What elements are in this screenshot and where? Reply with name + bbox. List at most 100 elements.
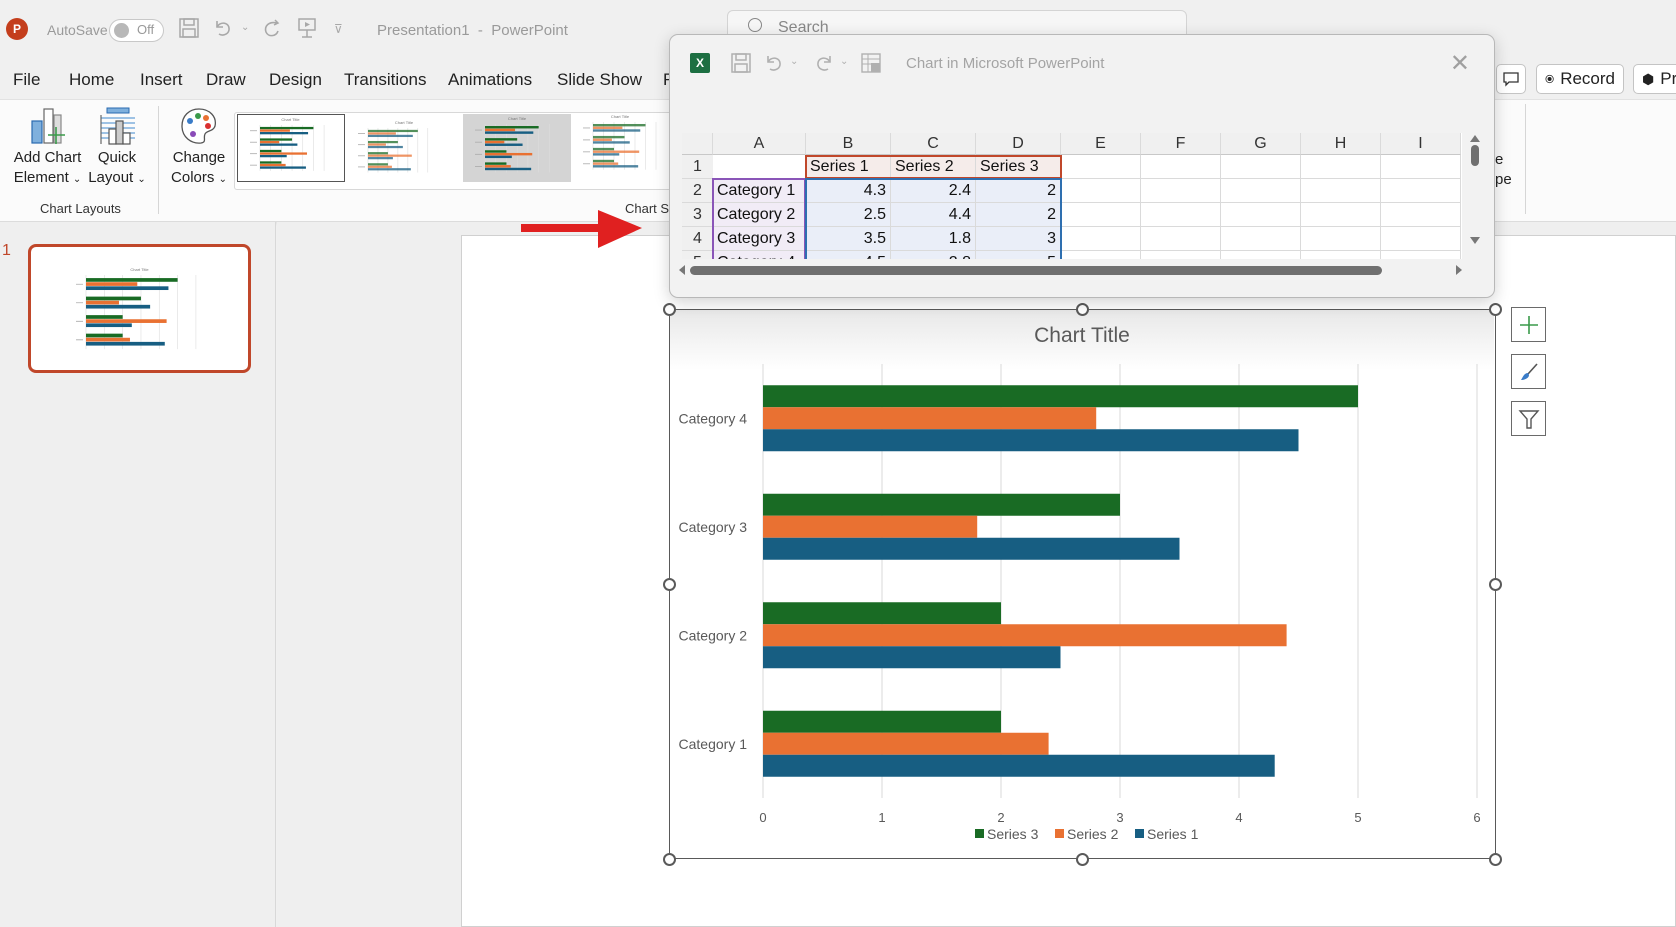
spreadsheet-cell[interactable]: 5 xyxy=(976,251,1061,259)
redo-icon[interactable] xyxy=(813,52,835,79)
autosave-toggle[interactable]: Off xyxy=(109,19,164,42)
row-header[interactable]: 4 xyxy=(682,227,713,251)
column-header[interactable]: D xyxy=(976,133,1061,155)
column-header[interactable]: A xyxy=(713,133,806,155)
resize-handle-bottom-left[interactable] xyxy=(663,853,676,866)
close-icon[interactable]: ✕ xyxy=(1450,49,1470,78)
spreadsheet-cell[interactable] xyxy=(1061,203,1141,227)
resize-handle-bottom[interactable] xyxy=(1076,853,1089,866)
spreadsheet-cell[interactable]: Series 3 xyxy=(976,155,1061,179)
spreadsheet-cell[interactable]: Category 1 xyxy=(713,179,806,203)
spreadsheet-cell[interactable] xyxy=(1221,155,1301,179)
spreadsheet-cell[interactable] xyxy=(1221,251,1301,259)
tab-home[interactable]: Home xyxy=(69,70,114,90)
spreadsheet-cell[interactable]: Series 2 xyxy=(891,155,976,179)
row-header[interactable]: 1 xyxy=(682,155,713,179)
spreadsheet-cell[interactable] xyxy=(1061,251,1141,259)
redo-dropdown-icon[interactable]: ⌄ xyxy=(840,56,848,67)
spreadsheet-cell[interactable]: Category 4 xyxy=(713,251,806,259)
column-header[interactable]: F xyxy=(1141,133,1221,155)
select-all-corner[interactable] xyxy=(682,133,713,155)
column-header[interactable]: C xyxy=(891,133,976,155)
row-header[interactable]: 2 xyxy=(682,179,713,203)
resize-handle-top[interactable] xyxy=(1076,303,1089,316)
spreadsheet-cell[interactable] xyxy=(1061,179,1141,203)
chart-style-3[interactable]: Chart Title xyxy=(463,114,571,182)
spreadsheet-cell[interactable] xyxy=(1301,155,1381,179)
spreadsheet-cell[interactable]: Category 2 xyxy=(713,203,806,227)
resize-handle-left[interactable] xyxy=(663,578,676,591)
redo-icon[interactable] xyxy=(261,17,283,45)
spreadsheet-cell[interactable]: 3.5 xyxy=(806,227,891,251)
column-header[interactable]: B xyxy=(806,133,891,155)
chart-style-4[interactable]: Chart Title xyxy=(575,114,665,182)
column-header[interactable]: H xyxy=(1301,133,1381,155)
spreadsheet-cell[interactable] xyxy=(1141,179,1221,203)
spreadsheet-cell[interactable] xyxy=(1381,155,1461,179)
spreadsheet-cell[interactable] xyxy=(1061,227,1141,251)
save-icon[interactable] xyxy=(730,52,752,79)
tab-file[interactable]: File xyxy=(13,70,40,90)
undo-icon[interactable] xyxy=(763,52,785,79)
spreadsheet-cell[interactable] xyxy=(1381,227,1461,251)
spreadsheet-cell[interactable] xyxy=(1221,227,1301,251)
spreadsheet-cell[interactable]: 2 xyxy=(976,179,1061,203)
spreadsheet-cell[interactable] xyxy=(713,155,806,179)
undo-dropdown-icon[interactable]: ⌄ xyxy=(790,56,798,67)
save-icon[interactable] xyxy=(178,17,200,45)
chart-elements-button[interactable] xyxy=(1511,307,1546,342)
tab-insert[interactable]: Insert xyxy=(140,70,183,90)
spreadsheet-cell[interactable]: 3 xyxy=(976,227,1061,251)
spreadsheet-cell[interactable] xyxy=(1381,203,1461,227)
resize-handle-top-left[interactable] xyxy=(663,303,676,316)
spreadsheet-cell[interactable] xyxy=(1381,251,1461,259)
spreadsheet-cell[interactable] xyxy=(1301,251,1381,259)
spreadsheet-cell[interactable]: 2.4 xyxy=(891,179,976,203)
tab-transitions[interactable]: Transitions xyxy=(344,70,427,90)
chart-styles-button[interactable] xyxy=(1511,354,1546,389)
spreadsheet-cell[interactable] xyxy=(1301,179,1381,203)
horizontal-scrollbar[interactable] xyxy=(676,261,1466,279)
resize-handle-right[interactable] xyxy=(1489,578,1502,591)
comments-button[interactable] xyxy=(1496,64,1526,94)
row-header[interactable]: 5 xyxy=(682,251,713,259)
present-from-start-icon[interactable] xyxy=(296,17,318,45)
spreadsheet-cell[interactable] xyxy=(1221,179,1301,203)
quick-layout-button[interactable]: Quick Layout ⌄ xyxy=(86,107,148,190)
spreadsheet-cell[interactable] xyxy=(1381,179,1461,203)
change-colors-button[interactable]: Change Colors ⌄ xyxy=(168,107,230,190)
resize-handle-top-right[interactable] xyxy=(1489,303,1502,316)
spreadsheet-cell[interactable]: 4.3 xyxy=(806,179,891,203)
spreadsheet-cell[interactable] xyxy=(1221,203,1301,227)
spreadsheet-cell[interactable] xyxy=(1141,155,1221,179)
spreadsheet-cell[interactable] xyxy=(1141,203,1221,227)
slide-thumbnail-1[interactable]: Chart Title xyxy=(28,244,251,373)
chart-style-2[interactable]: Chart Title xyxy=(350,114,458,182)
spreadsheet-cell[interactable]: 4.5 xyxy=(806,251,891,259)
vertical-scrollbar[interactable] xyxy=(1466,131,1484,259)
record-button[interactable]: Record xyxy=(1536,64,1624,94)
present-in-teams-button[interactable]: ⬢ Pre xyxy=(1633,64,1676,94)
spreadsheet-cell[interactable]: 2 xyxy=(976,203,1061,227)
spreadsheet-cell[interactable]: 4.4 xyxy=(891,203,976,227)
chart-filters-button[interactable] xyxy=(1511,401,1546,436)
spreadsheet-cell[interactable] xyxy=(1061,155,1141,179)
spreadsheet-cell[interactable]: 2.8 xyxy=(891,251,976,259)
customize-qat-icon[interactable]: ⊽ xyxy=(334,22,343,36)
spreadsheet-cell[interactable] xyxy=(1141,251,1221,259)
column-header[interactable]: I xyxy=(1381,133,1461,155)
resize-handle-bottom-right[interactable] xyxy=(1489,853,1502,866)
tab-design[interactable]: Design xyxy=(269,70,322,90)
tab-slide-show[interactable]: Slide Show xyxy=(557,70,642,90)
spreadsheet-cell[interactable]: Series 1 xyxy=(806,155,891,179)
column-header[interactable]: E xyxy=(1061,133,1141,155)
edit-in-excel-icon[interactable] xyxy=(860,52,882,79)
spreadsheet-cell[interactable] xyxy=(1301,227,1381,251)
spreadsheet-cell[interactable] xyxy=(1301,203,1381,227)
spreadsheet-cell[interactable] xyxy=(1141,227,1221,251)
chart-style-1[interactable]: Chart Title xyxy=(237,114,345,182)
undo-icon[interactable] xyxy=(212,17,234,45)
spreadsheet-cell[interactable]: 2.5 xyxy=(806,203,891,227)
chart-container[interactable]: Chart Title 0 1 2 3 4 5 6 Category 1 Category 2 Ca… xyxy=(669,309,1496,859)
row-header[interactable]: 3 xyxy=(682,203,713,227)
